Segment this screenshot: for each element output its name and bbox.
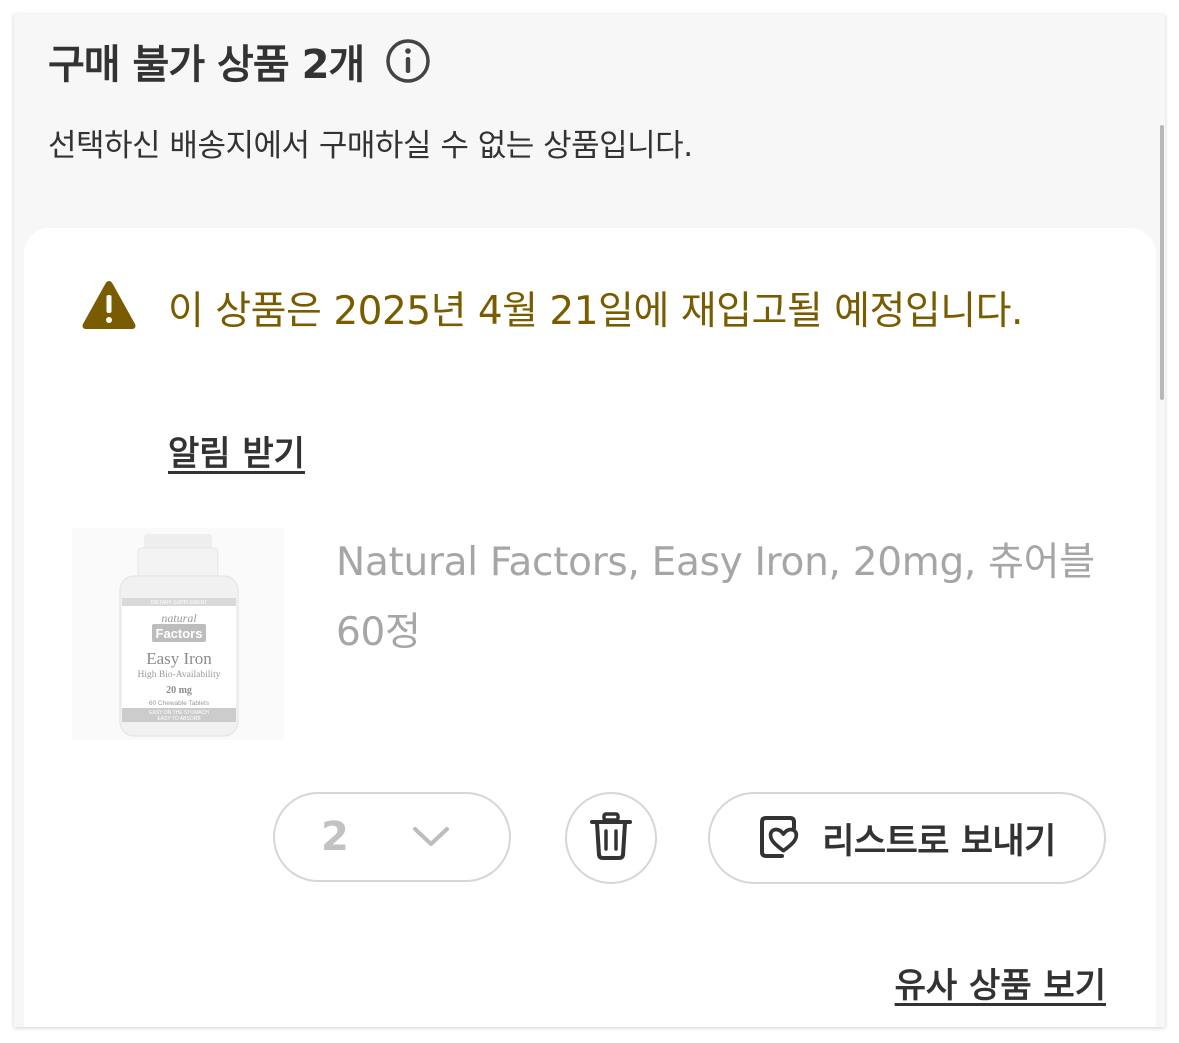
chevron-down-icon: [411, 824, 451, 850]
quantity-select[interactable]: 2: [273, 792, 511, 882]
image-label-top: DIETARY SUPPLEMENT: [151, 600, 207, 606]
send-to-list-button[interactable]: 리스트로 보내기: [708, 792, 1106, 884]
image-label-bottom-2: EASY TO ABSORB: [157, 716, 201, 722]
warning-triangle-icon: [80, 278, 138, 332]
unavailable-items-panel: 구매 불가 상품 2개 선택하신 배송지에서 구매하실 수 없는 상품입니다. …: [14, 14, 1165, 1027]
image-product-count: 60 Chewable Tablets: [149, 700, 210, 707]
view-similar-link[interactable]: 유사 상품 보기: [895, 958, 1106, 1007]
list-heart-icon: [758, 812, 804, 864]
image-product-sub: High Bio-Availability: [138, 670, 221, 680]
panel-subtitle: 선택하신 배송지에서 구매하실 수 없는 상품입니다.: [48, 128, 693, 164]
notify-me-link[interactable]: 알림 받기: [168, 426, 305, 475]
product-image[interactable]: DIETARY SUPPLEMENT natural Factors Easy …: [72, 528, 284, 740]
image-brand-1: natural: [161, 611, 197, 625]
scrollbar[interactable]: [1160, 125, 1164, 400]
image-product-dose: 20 mg: [166, 685, 192, 696]
image-brand-2: Factors: [156, 626, 203, 641]
delete-button[interactable]: [565, 792, 657, 884]
quantity-value: 2: [321, 814, 349, 860]
product-name[interactable]: Natural Factors, Easy Iron, 20mg, 츄어블 60…: [336, 528, 1096, 668]
send-to-list-label: 리스트로 보내기: [822, 821, 1056, 862]
unavailable-item-card: 이 상품은 2025년 4월 21일에 재입고될 예정입니다. 알림 받기 DI…: [24, 228, 1156, 1027]
trash-icon: [587, 811, 635, 865]
panel-header: 구매 불가 상품 2개: [48, 36, 432, 88]
image-product-name: Easy Iron: [146, 649, 212, 668]
panel-title: 구매 불가 상품 2개: [48, 42, 365, 88]
restock-notice: 이 상품은 2025년 4월 21일에 재입고될 예정입니다.: [168, 289, 1023, 334]
info-circle-icon[interactable]: [384, 37, 432, 85]
